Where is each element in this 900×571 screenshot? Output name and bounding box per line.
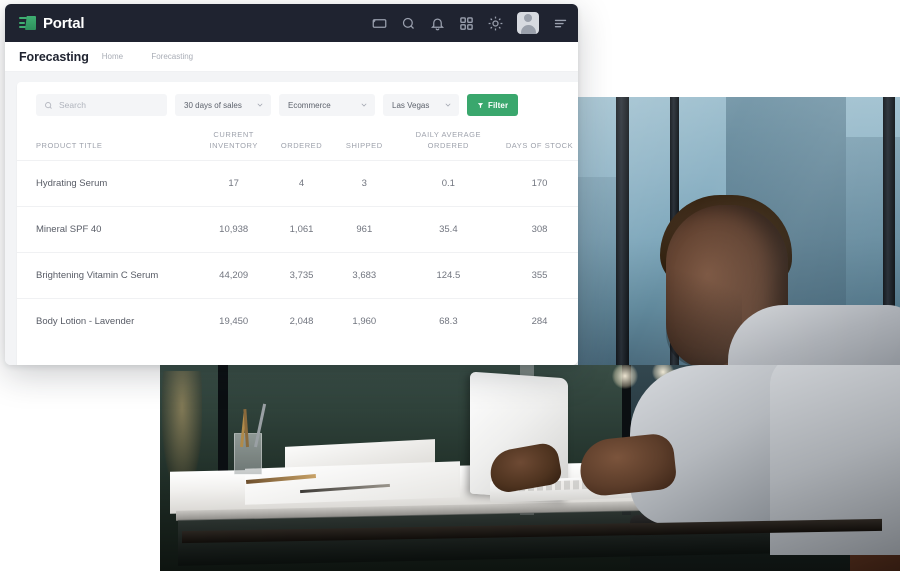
cell-ordered: 2,048 [270,297,333,344]
app-topbar: Portal [5,4,578,42]
breadcrumb-item-home[interactable]: Home [102,52,123,61]
date-range-select[interactable]: 30 days of sales [175,94,271,116]
table-row[interactable]: Hydrating Serum 17 4 3 0.1 170 [17,159,578,207]
filter-button[interactable]: Filter [467,94,519,116]
cell-days-of-stock: 170 [501,159,578,207]
papers-stack-front [245,461,460,505]
page-background: 30 days of sales Ecommerce Las Vegas [5,72,578,365]
screenshot-root: Portal Forecasting Home Forecasting Sear… [0,0,900,571]
col-ordered[interactable]: ORDERED [270,130,333,160]
breadcrumb-separator [136,52,138,61]
brand-name: Portal [43,14,85,32]
cell-daily-average: 0.1 [395,159,502,207]
filter-button-label: Filter [488,100,509,110]
location-select[interactable]: Las Vegas [383,94,459,116]
cell-shipped: 1,960 [332,297,396,344]
chevron-down-icon [444,101,452,109]
col-days-of-stock[interactable]: DAYS OF STOCK [501,130,578,160]
funnel-icon [477,102,484,109]
menu-icon[interactable] [553,16,568,31]
cell-product-title: Brightening Vitamin C Serum [17,251,198,299]
breadcrumb-bar: Forecasting Home Forecasting [5,42,578,72]
search-icon[interactable] [401,16,416,31]
photo-desk-scene [160,365,900,571]
cell-days-of-stock: 355 [501,251,578,299]
bell-icon[interactable] [430,16,445,31]
cell-current-inventory: 19,450 [197,297,271,344]
cell-days-of-stock: 308 [501,205,578,253]
table-header-row: PRODUCT TITLE CURRENT INVENTORY ORDERED … [17,130,578,160]
forecast-table: PRODUCT TITLE CURRENT INVENTORY ORDERED … [17,130,578,344]
chevron-down-icon [256,101,264,109]
table-head: PRODUCT TITLE CURRENT INVENTORY ORDERED … [17,130,578,160]
window-glass-sheen [578,97,900,367]
dashboard-card: Portal Forecasting Home Forecasting Sear… [5,4,578,365]
cell-product-title: Mineral SPF 40 [17,205,198,253]
cell-ordered: 3,735 [270,251,333,299]
cell-ordered: 1,061 [270,205,333,253]
channel-select[interactable]: Ecommerce [279,94,375,116]
cell-ordered: 4 [270,159,333,207]
table-row[interactable]: Mineral SPF 40 10,938 1,061 961 35.4 308 [17,205,578,253]
chevron-down-icon [360,101,368,109]
cell-current-inventory: 10,938 [197,205,271,253]
search-input[interactable] [59,100,159,110]
brightness-icon[interactable] [488,16,503,31]
breadcrumb-item-forecasting[interactable]: Forecasting [151,52,193,61]
table-body: Hydrating Serum 17 4 3 0.1 170 Mineral S… [17,159,578,344]
cell-daily-average: 35.4 [395,205,502,253]
avatar[interactable] [517,12,539,34]
cell-daily-average: 124.5 [395,251,502,299]
brand[interactable]: Portal [19,14,85,32]
col-product-title[interactable]: PRODUCT TITLE [17,130,197,160]
cell-shipped: 961 [332,205,396,253]
cell-shipped: 3 [332,159,396,207]
cell-product-title: Body Lotion - Lavender [17,297,198,344]
screen-icon[interactable] [372,16,387,31]
content-panel: 30 days of sales Ecommerce Las Vegas [17,82,578,365]
controls-row: 30 days of sales Ecommerce Las Vegas [17,94,578,116]
location-value: Las Vegas [392,100,430,110]
topbar-actions [372,12,568,34]
table-row[interactable]: Body Lotion - Lavender 19,450 2,048 1,96… [17,297,578,344]
col-current-inventory[interactable]: CURRENT INVENTORY [197,130,270,160]
col-daily-average[interactable]: DAILY AVERAGE ORDERED [396,130,501,160]
cell-days-of-stock: 284 [501,297,578,344]
cell-shipped: 3,683 [332,251,396,299]
speed-block-logo-icon [19,16,36,30]
search-box[interactable] [36,94,167,116]
cell-product-title: Hydrating Serum [17,159,198,207]
table-row[interactable]: Brightening Vitamin C Serum 44,209 3,735… [17,251,578,299]
search-icon [44,101,53,110]
date-range-value: 30 days of sales [184,100,242,110]
apps-grid-icon[interactable] [459,16,474,31]
cell-current-inventory: 44,209 [197,251,271,299]
cell-daily-average: 68.3 [395,297,502,344]
page-title: Forecasting [19,49,89,64]
channel-value: Ecommerce [288,100,331,110]
cell-current-inventory: 17 [197,159,271,207]
photo-upper-window [578,97,900,367]
col-shipped[interactable]: SHIPPED [333,130,396,160]
